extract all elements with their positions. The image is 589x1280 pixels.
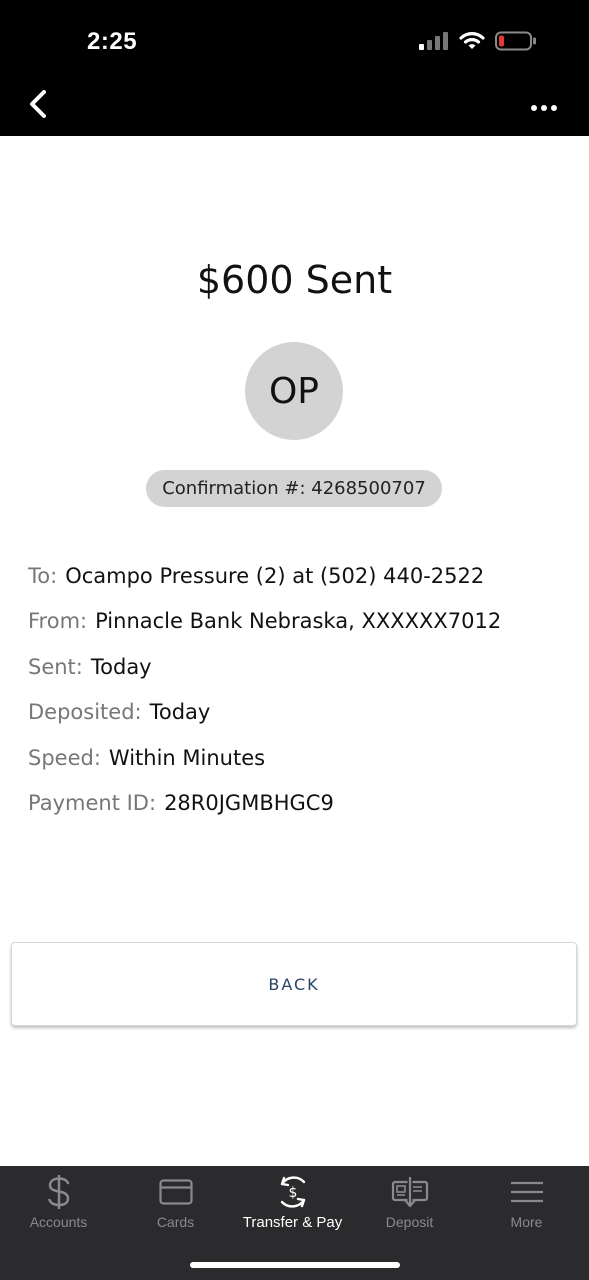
detail-label: Sent: [28,654,83,679]
avatar: OP [245,342,343,440]
detail-row-payment-id: Payment ID: 28R0JGMBHGC9 [28,791,568,836]
detail-value: 28R0JGMBHGC9 [164,790,334,815]
dollar-icon [0,1174,117,1210]
tab-transfer-pay[interactable]: $ Transfer & Pay [234,1166,351,1246]
detail-row-deposited: Deposited: Today [28,700,568,745]
card-icon [117,1174,234,1210]
detail-label: Payment ID: [28,790,157,815]
chevron-left-icon [27,89,49,123]
transfer-pay-icon: $ [234,1174,351,1210]
tab-label: Deposit [385,1214,434,1230]
back-button[interactable]: BACK [11,942,577,1026]
status-bar: 2:25 [0,0,589,80]
tab-label: Accounts [29,1214,88,1230]
tab-label: Transfer & Pay [242,1214,343,1231]
tab-accounts[interactable]: Accounts [0,1166,117,1246]
tab-label: Cards [156,1214,195,1230]
more-options-button[interactable] [527,96,561,116]
detail-label: Deposited: [28,700,142,725]
detail-value: Today [90,654,152,679]
confirmation-badge: Confirmation #: 4268500707 [146,470,442,507]
detail-label: Speed: [28,745,101,770]
check-deposit-icon [351,1174,468,1210]
detail-value: Today [149,700,211,725]
detail-label: From: [28,609,88,634]
detail-row-to: To: Ocampo Pressure (2) at (502) 440-2522 [28,564,568,609]
detail-value: Pinnacle Bank Nebraska, XXXXXX7012 [95,609,502,634]
wifi-icon [459,31,485,55]
detail-row-from: From: Pinnacle Bank Nebraska, XXXXXX7012 [28,609,568,654]
battery-low-icon [495,31,537,55]
tab-cards[interactable]: Cards [117,1166,234,1246]
detail-value: Ocampo Pressure (2) at (502) 440-2522 [65,564,485,588]
page-title: $600 Sent [196,258,393,302]
home-indicator[interactable] [190,1262,400,1268]
ellipsis-icon [530,97,558,116]
payment-details: To: Ocampo Pressure (2) at (502) 440-2522… [28,564,568,836]
status-icons [419,30,537,56]
tab-more[interactable]: More [468,1166,585,1246]
detail-row-sent: Sent: Today [28,655,568,700]
detail-row-speed: Speed: Within Minutes [28,746,568,791]
menu-icon [468,1174,585,1210]
back-nav-button[interactable] [22,88,54,124]
navigation-bar [0,80,589,136]
detail-label: To: [28,564,58,588]
detail-value: Within Minutes [108,745,266,770]
cellular-signal-icon [419,32,449,54]
svg-text:$: $ [288,1185,297,1201]
tab-label: More [510,1214,543,1230]
tab-deposit[interactable]: Deposit [351,1166,468,1246]
status-time: 2:25 [87,28,138,55]
